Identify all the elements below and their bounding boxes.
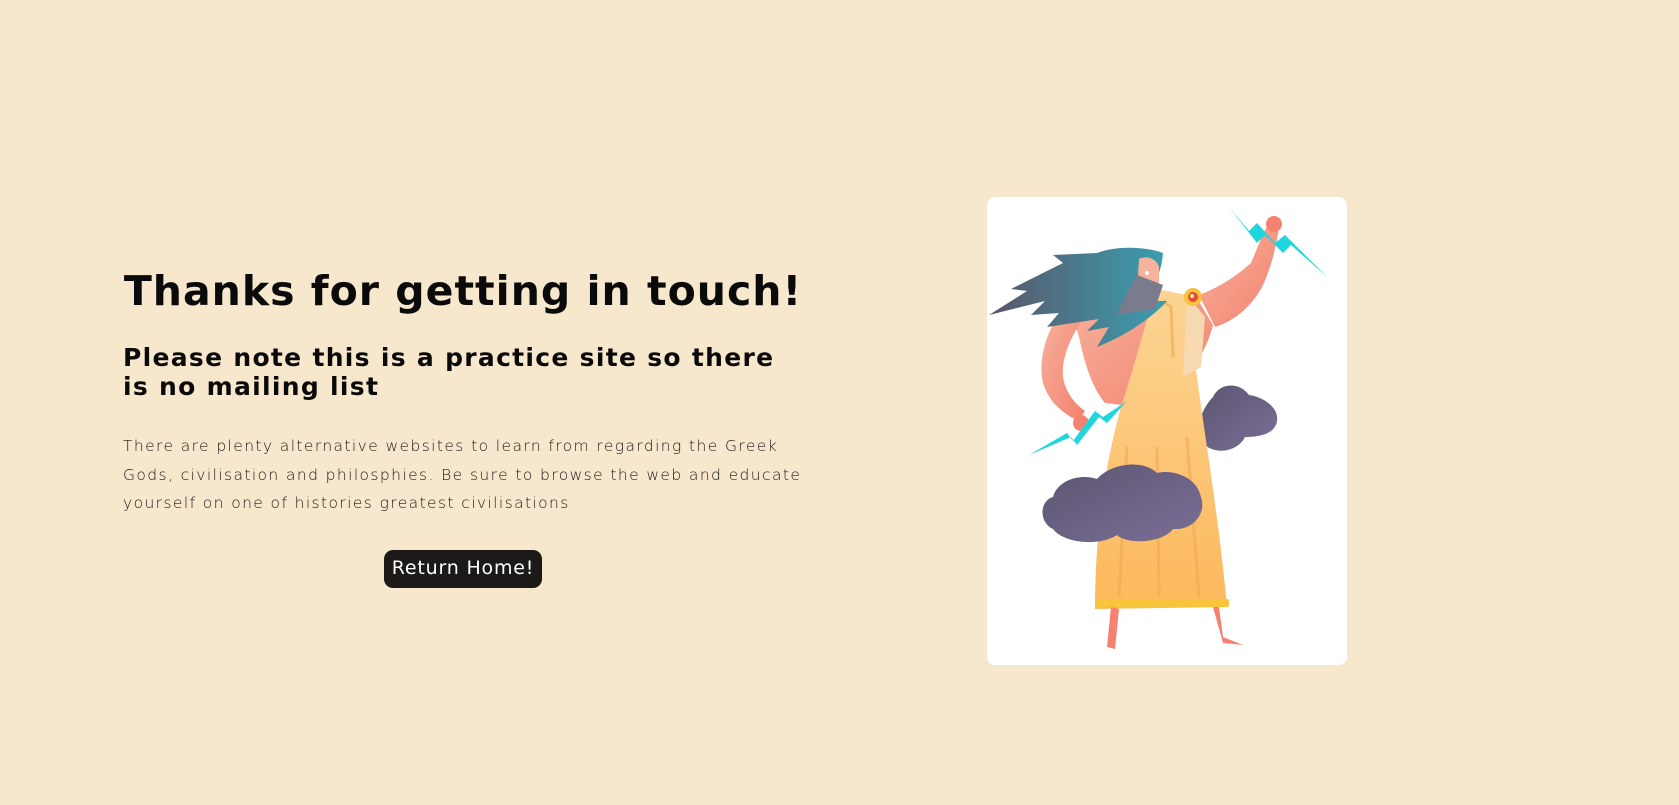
thanks-section: Thanks for getting in touch! Please note…: [123, 263, 803, 588]
raised-arm-shape: [1199, 223, 1279, 327]
button-container: Return Home!: [123, 549, 803, 588]
page-title: Thanks for getting in touch!: [123, 267, 803, 315]
return-home-button[interactable]: Return Home!: [383, 549, 543, 588]
body-paragraph: There are plenty alternative websites to…: [123, 437, 802, 512]
zeus-illustration: [989, 207, 1327, 649]
zeus-image-card: [987, 197, 1347, 665]
practice-site-notice: Please note this is a practice site so t…: [123, 343, 775, 401]
back-cloud-shape: [1198, 385, 1278, 451]
